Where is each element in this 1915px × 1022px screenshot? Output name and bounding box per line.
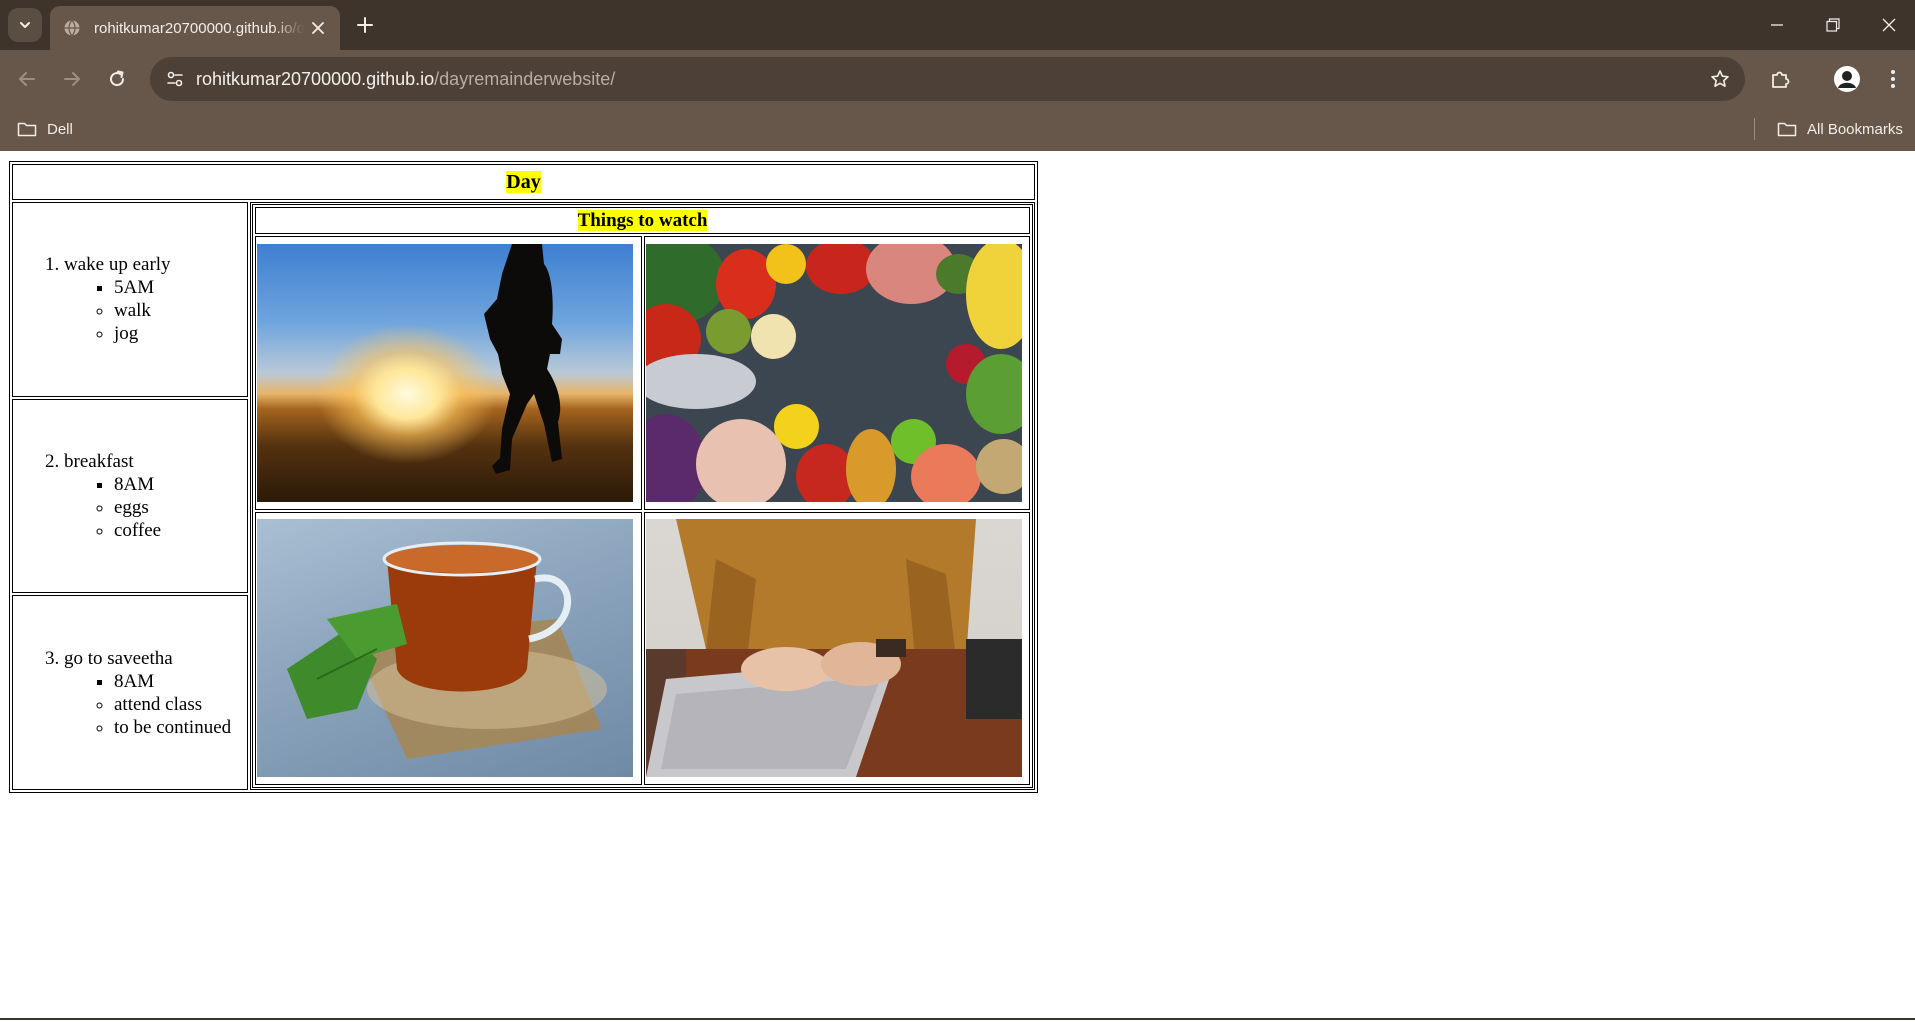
laptop-illustration — [645, 519, 1022, 778]
url-path: /dayremainderwebsite/ — [434, 69, 616, 89]
watch-cell: Things to watch — [250, 202, 1035, 790]
activity-item: attend class — [114, 693, 246, 716]
reload-icon[interactable] — [100, 62, 134, 96]
activity-list: eggs coffee — [64, 496, 246, 542]
bookmark-folder-dell[interactable]: Dell — [17, 116, 73, 142]
chevron-down-icon — [20, 22, 30, 28]
day-heading: Day — [506, 170, 541, 193]
day-table: Day wake up early 5AM walk jog — [9, 161, 1038, 793]
folder-icon — [17, 122, 37, 137]
lemon-apple — [773, 403, 819, 449]
time-item: 5AM — [114, 276, 246, 299]
schedule-list: breakfast 8AM eggs coffee — [14, 450, 246, 542]
folder-icon — [1777, 122, 1797, 137]
things-to-watch-table: Things to watch — [252, 204, 1033, 788]
activity-item: jog — [114, 322, 246, 345]
page-viewport: Day wake up early 5AM walk jog — [0, 151, 1915, 1020]
activity-item: walk — [114, 299, 246, 322]
schedule-cell-2: breakfast 8AM eggs coffee — [12, 398, 248, 594]
time-item: 8AM — [114, 473, 246, 496]
time-list: 8AM — [64, 670, 246, 693]
site-info-icon[interactable] — [158, 62, 192, 96]
activity-item: eggs — [114, 496, 246, 519]
schedule-item: breakfast 8AM eggs coffee — [64, 450, 246, 542]
globe-icon — [62, 18, 82, 38]
bookmarks-separator — [1754, 118, 1755, 140]
kiwi — [705, 308, 751, 354]
image-cell — [255, 236, 642, 510]
image-cell — [255, 511, 642, 785]
time-item: 8AM — [114, 670, 246, 693]
bookmark-label: Dell — [47, 120, 73, 138]
active-tab[interactable]: rohitkumar20700000.github.io/dayremainde… — [50, 6, 340, 50]
schedule-title: go to saveetha — [64, 647, 173, 669]
laptop-typing-photo — [645, 519, 1022, 778]
watch-heading: Things to watch — [577, 209, 708, 231]
close-window-icon[interactable] — [1874, 10, 1904, 40]
bananas — [965, 243, 1022, 349]
grains — [975, 438, 1022, 494]
schedule-title: breakfast — [64, 450, 134, 472]
image-cell — [643, 236, 1030, 510]
schedule-title: wake up early — [64, 254, 171, 276]
tab-title: rohitkumar20700000.github.io/dayremainde… — [94, 19, 304, 37]
yellow-pepper — [765, 243, 806, 284]
activity-list: attend class to be continued — [64, 693, 246, 739]
schedule-cell-3: go to saveetha 8AM attend class to be co… — [12, 595, 248, 790]
toolbar: rohitkumar20700000.github.io/dayremainde… — [0, 50, 1915, 108]
activity-list: walk jog — [64, 299, 246, 345]
schedule-cell-1: wake up early 5AM walk jog — [12, 202, 248, 397]
url-host: rohitkumar20700000.github.io — [196, 69, 435, 89]
star-icon[interactable] — [1705, 64, 1735, 94]
address-bar[interactable]: rohitkumar20700000.github.io/dayremainde… — [150, 57, 1745, 101]
time-list: 5AM — [64, 276, 246, 299]
tab-search-button[interactable] — [8, 8, 42, 42]
schedule-item: wake up early 5AM walk jog — [64, 253, 246, 345]
new-tab-plus-icon[interactable] — [352, 12, 378, 38]
schedule-list: go to saveetha 8AM attend class to be co… — [14, 647, 246, 739]
minimize-icon[interactable] — [1762, 10, 1792, 40]
salmon — [910, 443, 981, 502]
bookmark-label: All Bookmarks — [1807, 120, 1903, 138]
extensions-icon[interactable] — [1763, 62, 1797, 96]
schedule-item: go to saveetha 8AM attend class to be co… — [64, 647, 246, 739]
restore-icon[interactable] — [1818, 10, 1848, 40]
all-bookmarks-button[interactable]: All Bookmarks — [1777, 116, 1903, 142]
schedule-list: wake up early 5AM walk jog — [14, 253, 246, 345]
url-text[interactable]: rohitkumar20700000.github.io/dayremainde… — [196, 69, 615, 90]
profile-avatar-icon[interactable] — [1830, 62, 1864, 96]
healthy-food-photo — [645, 243, 1022, 502]
back-icon[interactable] — [10, 62, 44, 96]
window-bottom-edge — [0, 1018, 1915, 1020]
watch-header-cell: Things to watch — [255, 207, 1030, 235]
close-tab-icon[interactable] — [308, 18, 328, 38]
sunrise-jog-photo — [257, 243, 633, 502]
activity-item: to be continued — [114, 716, 246, 739]
tab-strip: rohitkumar20700000.github.io/dayremainde… — [0, 0, 1915, 50]
bowl — [750, 313, 796, 359]
time-list: 8AM — [64, 473, 246, 496]
day-header-cell: Day — [12, 164, 1035, 200]
bookmarks-bar: Dell All Bookmarks — [0, 108, 1915, 151]
fish — [645, 353, 756, 409]
herbal-tea-photo — [257, 519, 633, 778]
activity-item: coffee — [114, 519, 246, 542]
tea-illustration — [287, 541, 607, 760]
menu-icon[interactable] — [1876, 62, 1910, 96]
runner-silhouette — [484, 243, 562, 474]
pineapple — [845, 428, 896, 502]
chicken — [695, 418, 786, 502]
forward-icon[interactable] — [55, 62, 89, 96]
image-cell — [643, 511, 1030, 785]
